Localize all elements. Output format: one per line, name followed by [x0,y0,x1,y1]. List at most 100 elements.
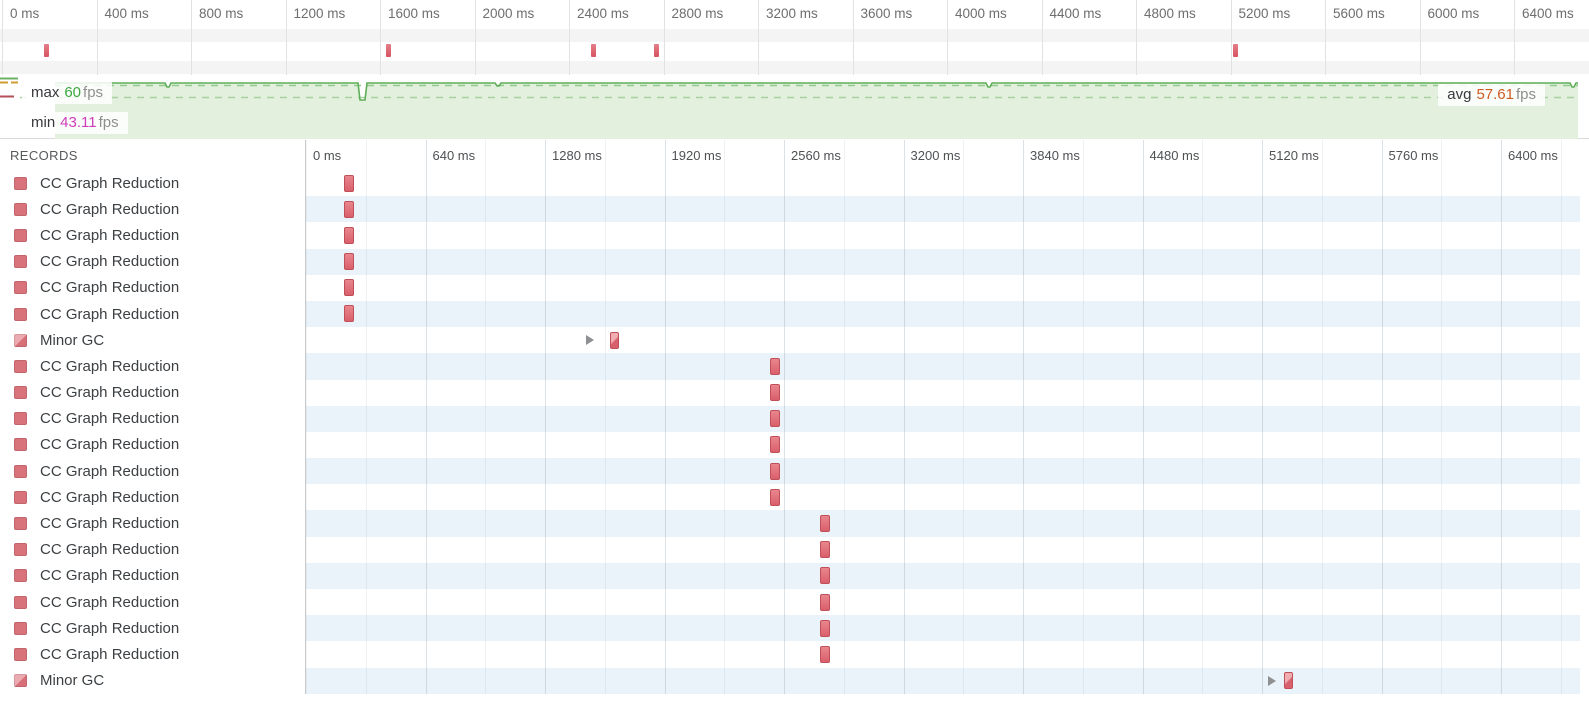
expand-arrow-icon[interactable] [1268,675,1276,686]
expand-arrow-icon[interactable] [586,335,594,346]
ruler-tick-label: 6000 ms [1427,6,1480,21]
record-row[interactable]: CC Graph Reduction [0,405,1589,432]
ruler-gridline [96,0,98,75]
record-row-sidebar: CC Graph Reduction [0,249,305,275]
waterfall-marker[interactable] [770,357,780,375]
record-row[interactable]: CC Graph Reduction [0,300,1589,328]
waterfall-marker[interactable] [770,436,780,454]
waterfall-tick-label: 3200 ms [910,148,961,163]
record-row[interactable]: CC Graph Reduction [0,562,1589,589]
record-row[interactable]: CC Graph Reduction [0,589,1589,615]
overview-band [0,61,1589,74]
record-row[interactable]: CC Graph Reduction [0,353,1589,380]
waterfall-marker[interactable] [344,226,354,244]
waterfall-marker[interactable] [344,305,354,323]
ruler-gridline [380,0,381,75]
waterfall-tick-label: 1280 ms [552,148,602,163]
waterfall-marker[interactable] [820,619,830,637]
waterfall-marker[interactable] [820,593,830,611]
record-row[interactable]: CC Graph Reduction [0,484,1589,510]
cc-graph-reduction-icon [14,569,27,583]
cc-graph-reduction-icon [14,412,27,426]
waterfall-marker[interactable] [770,488,780,506]
ruler-tick-label: 5600 ms [1333,6,1385,21]
ruler-tick-label: 4800 ms [1144,6,1196,21]
record-row-sidebar: CC Graph Reduction [0,589,305,615]
fps-avg-label: avg 57.61 fps [1438,84,1545,106]
cc-graph-reduction-icon [14,621,27,635]
record-row-sidebar: CC Graph Reduction [0,380,305,406]
record-row-lane [305,562,1580,589]
waterfall-marker[interactable] [344,174,354,192]
ruler-gridline [852,0,854,75]
record-row-label: CC Graph Reduction [40,305,180,323]
framerate-graph[interactable]: max 60 fps min 43.11 fps avg 57.61 fps [0,76,1589,139]
record-row-sidebar: CC Graph Reduction [0,301,305,327]
ruler-tick-label: 4000 ms [955,6,1007,21]
waterfall-marker[interactable] [820,541,830,559]
waterfall-marker[interactable] [1284,672,1293,690]
records-waterfall: RECORDS 0 ms 640 ms 1280 ms 1920 ms 2560 ms 3… [0,140,1589,703]
record-row-lane [305,275,1580,301]
waterfall-marker[interactable] [770,410,780,428]
ruler-gridline [947,0,948,75]
overview-band [0,29,1589,42]
record-row[interactable]: CC Graph Reduction [0,248,1589,275]
record-row[interactable]: CC Graph Reduction [0,615,1589,642]
ruler-tick-label: 2000 ms [482,6,535,21]
record-row-sidebar: CC Graph Reduction [0,641,305,667]
record-row-lane [305,222,1580,248]
record-row[interactable]: CC Graph Reduction [0,196,1589,223]
overview-track[interactable]: 0 ms 400 ms 800 ms 1200 ms 1600 ms 2000 ms 240… [0,0,1589,75]
ruler-gridline [758,0,759,75]
record-row-lane [305,484,1580,510]
record-row-sidebar: CC Graph Reduction [0,563,305,589]
waterfall-marker[interactable] [344,200,354,218]
record-row[interactable]: CC Graph Reduction [0,432,1589,458]
ruler-gridline [2,0,3,75]
record-row[interactable]: CC Graph Reduction [0,510,1589,537]
record-row[interactable]: CC Graph Reduction [0,537,1589,563]
ruler-tick-label: 0 ms [10,6,40,21]
cc-graph-reduction-icon [14,228,27,242]
waterfall-marker[interactable] [610,331,619,349]
record-row[interactable]: CC Graph Reduction [0,222,1589,248]
cc-graph-reduction-icon [14,281,27,295]
waterfall-marker[interactable] [770,462,780,480]
cc-graph-reduction-icon [14,255,27,269]
record-row[interactable]: CC Graph Reduction [0,641,1589,667]
overview-event-marker [386,44,391,57]
waterfall-marker[interactable] [820,645,830,663]
record-row-sidebar: CC Graph Reduction [0,196,305,222]
ruler-gridline [1230,0,1232,75]
waterfall-tick-label: 5760 ms [1388,148,1439,163]
waterfall-tick-label: 2560 ms [791,148,841,163]
waterfall-marker[interactable] [820,567,830,585]
record-row-lane [305,248,1580,275]
waterfall-marker[interactable] [344,253,354,271]
framerate-area-chart [0,77,1578,139]
fps-min-label: min 43.11 fps [22,112,128,134]
record-row-label: CC Graph Reduction [40,357,180,375]
ruler-gridline [1325,0,1326,75]
record-row-sidebar: Minor GC [0,668,305,694]
record-row[interactable]: CC Graph Reduction [0,275,1589,301]
cc-graph-reduction-icon [14,490,27,504]
waterfall-marker[interactable] [344,279,354,297]
waterfall-tick-label: 6400 ms [1508,148,1558,163]
record-row[interactable]: CC Graph Reduction [0,458,1589,485]
record-row-sidebar: CC Graph Reduction [0,537,305,563]
record-row-label: Minor GC [40,331,105,349]
record-row[interactable]: Minor GC [0,327,1589,353]
waterfall-marker[interactable] [820,514,830,532]
ruler-tick-label: 400 ms [104,6,149,21]
waterfall-tick-label: 5120 ms [1269,148,1319,163]
record-row[interactable]: Minor GC [0,667,1589,694]
ruler-gridline [1136,0,1137,75]
waterfall-marker[interactable] [770,384,780,401]
record-row[interactable]: CC Graph Reduction [0,170,1589,196]
record-row-label: CC Graph Reduction [40,410,180,428]
cc-graph-reduction-icon [14,438,27,452]
record-row[interactable]: CC Graph Reduction [0,380,1589,406]
record-row-lane [305,589,1580,615]
